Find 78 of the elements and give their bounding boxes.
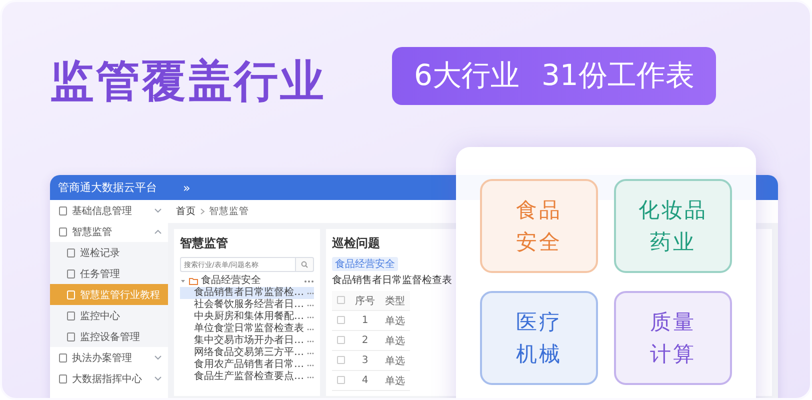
industry-label: 食品 [516, 197, 562, 224]
tree-node[interactable]: 网络食品交易第三方平… [180, 347, 314, 359]
more-icon[interactable] [307, 328, 314, 330]
panel-title: 智慧监管 [180, 235, 228, 252]
tree-node[interactable]: 食品生产监督检查要点… [180, 371, 314, 383]
tree-node[interactable]: 食用农产品销售者日常… [180, 359, 314, 371]
industry-label: 质量 [650, 309, 696, 336]
document-icon [66, 248, 76, 258]
checkbox[interactable] [337, 296, 345, 304]
tree-node[interactable]: 中央厨房和集体用餐配… [180, 311, 314, 323]
more-icon[interactable] [307, 364, 314, 366]
table-cell: 3 [350, 350, 380, 370]
caret-down-icon[interactable] [180, 278, 186, 284]
table-cell: 单选 [380, 330, 410, 350]
sidebar-subitem[interactable]: 监控设备管理 [50, 326, 168, 347]
table-cell: 4 [350, 370, 380, 390]
checkbox[interactable] [337, 376, 345, 384]
chevron-right-icon [200, 208, 205, 215]
category-tag: 食品经营安全 [332, 257, 398, 271]
sidebar-item[interactable]: 智慧监管 [50, 221, 168, 242]
industry-label: 药业 [650, 229, 696, 256]
table-cell: 单选 [380, 310, 410, 330]
chevron-down-icon [154, 355, 162, 360]
search-icon [301, 261, 308, 268]
column-header: 类型 [380, 291, 410, 310]
table-cell: 单选 [380, 350, 410, 370]
document-icon [58, 206, 68, 216]
more-icon[interactable] [307, 292, 314, 294]
app-title: 管商通大数据云平台 [58, 180, 157, 195]
table-cell: 2 [350, 330, 380, 350]
column-header: 序号 [350, 291, 380, 310]
form-title: 食品销售者日常监督检查表 [332, 274, 453, 287]
sidebar-item[interactable]: 执法办案管理 [50, 347, 168, 368]
sidebar-subitem[interactable]: 巡检记录 [50, 242, 168, 263]
table-cell: 单选 [380, 370, 410, 390]
industry-label: 医疗 [516, 309, 562, 336]
more-icon[interactable] [307, 352, 314, 354]
search-button[interactable] [296, 257, 314, 272]
more-icon[interactable] [307, 340, 314, 342]
document-icon [58, 374, 68, 384]
sidebar-subitem[interactable]: 监控中心 [50, 305, 168, 326]
checkbox[interactable] [337, 336, 345, 344]
industry-label: 安全 [516, 229, 562, 256]
more-icon[interactable] [307, 316, 314, 318]
document-icon [66, 332, 76, 342]
document-icon [58, 352, 68, 362]
document-icon [66, 290, 76, 300]
document-icon [66, 268, 76, 278]
document-icon [66, 310, 76, 320]
table-cell: 1 [350, 310, 380, 330]
sidebar-item[interactable]: 基础信息管理 [50, 200, 168, 221]
more-icon[interactable] [307, 376, 314, 378]
sidebar-subitem[interactable]: 任务管理 [50, 263, 168, 284]
tree-node[interactable]: 食品经营安全 [180, 275, 314, 287]
tree-node[interactable]: 社会餐饮服务经营者日… [180, 299, 314, 311]
more-icon[interactable] [307, 304, 314, 306]
more-icon[interactable] [304, 280, 314, 282]
checkbox[interactable] [337, 316, 345, 324]
breadcrumb-link[interactable]: 智慧监管 [209, 205, 249, 218]
document-icon [58, 226, 68, 236]
badge-text: 6大行业 [414, 56, 520, 94]
tree-node[interactable]: 集中交易市场开办者日… [180, 335, 314, 347]
headline: 监管覆盖行业 [50, 55, 327, 109]
chevron-up-icon [154, 229, 162, 234]
breadcrumb-link[interactable]: 首页 [176, 205, 196, 218]
industry-label: 计算 [650, 341, 696, 368]
chevron-down-icon [154, 208, 162, 213]
tree-node[interactable]: 食品销售者日常监督检… [180, 287, 314, 299]
collapse-toggle[interactable]: » [183, 180, 190, 194]
panel-title: 巡检问题 [332, 235, 380, 252]
checkbox[interactable] [337, 356, 345, 364]
badge-text: 31份工作表 [541, 56, 694, 94]
industry-label: 化妆品 [638, 197, 708, 224]
sidebar-item[interactable]: 大数据指挥中心 [50, 368, 168, 389]
folder-icon [189, 277, 198, 285]
industry-label: 机械 [516, 341, 562, 368]
chevron-down-icon [154, 376, 162, 381]
tree-node[interactable]: 单位食堂日常监督检查表 [180, 323, 314, 335]
